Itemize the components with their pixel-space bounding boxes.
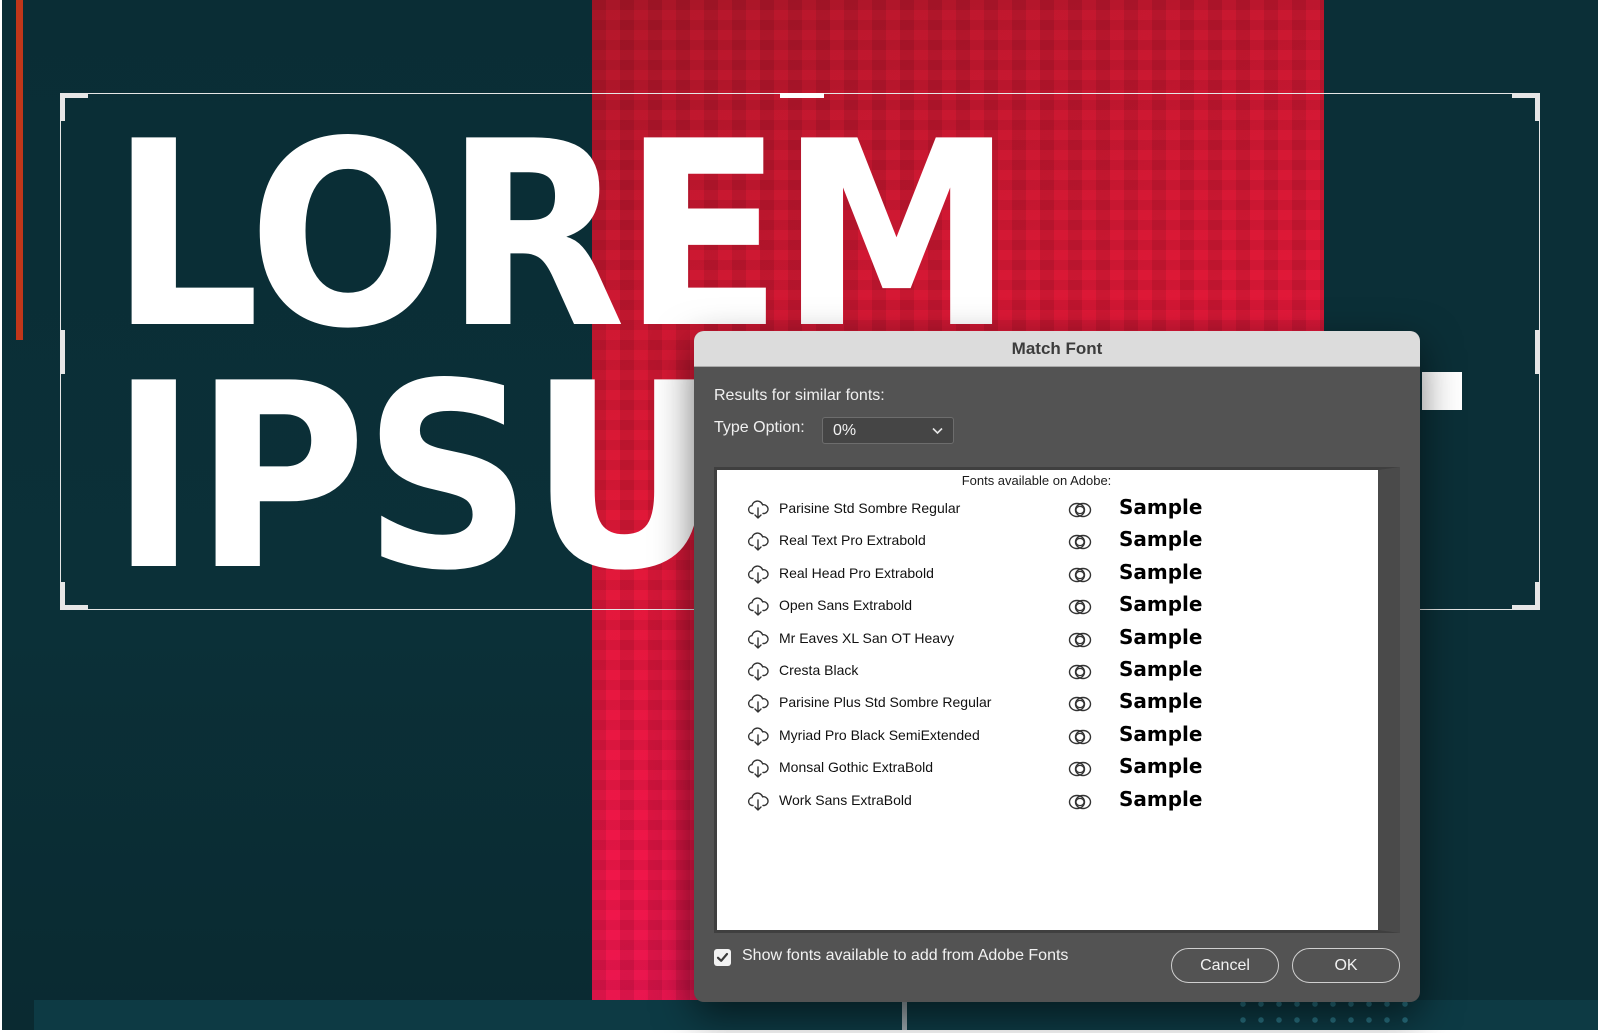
creative-cloud-icon <box>1067 499 1093 521</box>
creative-cloud-icon <box>1067 791 1093 813</box>
resize-handle-bottom-right[interactable] <box>1512 582 1540 610</box>
cloud-download-icon[interactable] <box>747 662 769 682</box>
results-label: Results for similar fonts: <box>714 387 885 404</box>
resize-handle-top-right[interactable] <box>1512 93 1540 121</box>
font-name: Work Sans ExtraBold <box>779 791 912 808</box>
font-row[interactable]: Open Sans Extrabold Sample <box>717 590 1377 623</box>
cloud-download-icon[interactable] <box>747 759 769 779</box>
resize-handle-top-middle[interactable] <box>780 93 824 98</box>
font-row[interactable]: Parisine Std Sombre Regular Sample <box>717 493 1377 526</box>
font-name: Mr Eaves XL San OT Heavy <box>779 629 955 646</box>
font-name: Real Head Pro Extrabold <box>779 564 934 581</box>
font-row[interactable]: Work Sans ExtraBold Sample <box>717 785 1377 818</box>
creative-cloud-icon <box>1067 758 1093 780</box>
show-adobe-fonts-label[interactable]: Show fonts available to add from Adobe F… <box>742 947 1068 965</box>
cancel-button[interactable]: Cancel <box>1171 948 1279 983</box>
font-sample: Sample <box>1119 754 1203 779</box>
font-sample: Sample <box>1119 495 1203 519</box>
font-sample: Sample <box>1119 559 1203 584</box>
creative-cloud-icon <box>1067 531 1093 553</box>
resize-handle-bottom-left[interactable] <box>60 582 88 610</box>
show-adobe-fonts-checkbox[interactable] <box>714 949 731 966</box>
font-sample: Sample <box>1119 657 1203 681</box>
font-row[interactable]: Monsal Gothic ExtraBold Sample <box>717 752 1377 785</box>
chevron-down-icon <box>932 423 943 438</box>
cloud-download-icon[interactable] <box>747 565 769 585</box>
font-sample: Sample <box>1119 786 1203 811</box>
creative-cloud-icon <box>1067 564 1093 586</box>
font-name: Parisine Std Sombre Regular <box>779 500 961 516</box>
cloud-download-icon[interactable] <box>747 792 769 812</box>
dialog-titlebar[interactable]: Match Font <box>694 331 1420 367</box>
font-sample: Sample <box>1119 689 1203 714</box>
ok-button[interactable]: OK <box>1292 948 1400 983</box>
font-name: Monsal Gothic ExtraBold <box>779 759 934 776</box>
font-row[interactable]: Myriad Pro Black SemiExtended Sample <box>717 720 1377 753</box>
font-sample: Sample <box>1119 624 1203 649</box>
type-option-select[interactable]: 0% <box>822 417 954 444</box>
font-name: Real Text Pro Extrabold <box>779 532 926 549</box>
font-sample: Sample <box>1119 527 1203 552</box>
creative-cloud-icon <box>1067 693 1093 715</box>
font-name: Parisine Plus Std Sombre Regular <box>779 694 992 711</box>
type-option-value: 0% <box>833 421 857 439</box>
font-name: Open Sans Extrabold <box>779 597 913 614</box>
creative-cloud-icon <box>1067 596 1093 618</box>
accent-stripe <box>16 0 23 340</box>
cloud-download-icon[interactable] <box>747 532 769 552</box>
checkmark-icon <box>716 952 729 962</box>
font-row[interactable]: Real Text Pro Extrabold Sample <box>717 525 1377 558</box>
font-row[interactable]: Parisine Plus Std Sombre Regular Sample <box>717 687 1377 720</box>
decorative-pole <box>902 1000 907 1030</box>
creative-cloud-icon <box>1067 726 1093 748</box>
resize-handle-middle-left[interactable] <box>60 330 65 374</box>
creative-cloud-icon <box>1067 661 1093 683</box>
creative-cloud-icon <box>1067 629 1093 651</box>
match-font-dialog: Match Font Results for similar fonts: Ty… <box>694 331 1420 1002</box>
type-option-label: Type Option: <box>714 419 805 436</box>
cloud-download-icon[interactable] <box>747 727 769 747</box>
dialog-title: Match Font <box>1011 338 1103 358</box>
font-results-list[interactable]: Fonts available on Adobe: Parisine Std S… <box>714 467 1400 933</box>
resize-handle-middle-right[interactable] <box>1535 330 1540 374</box>
font-row[interactable]: Cresta Black Sample <box>717 655 1377 688</box>
resize-handle-top-left[interactable] <box>60 93 88 121</box>
font-row[interactable]: Mr Eaves XL San OT Heavy Sample <box>717 623 1377 656</box>
cloud-download-icon[interactable] <box>747 694 769 714</box>
font-row[interactable]: Real Head Pro Extrabold Sample <box>717 558 1377 591</box>
font-sample: Sample <box>1119 721 1203 746</box>
list-header: Fonts available on Adobe: <box>961 473 1112 488</box>
font-sample: Sample <box>1119 592 1203 617</box>
font-name: Myriad Pro Black SemiExtended <box>779 726 980 743</box>
cloud-download-icon[interactable] <box>747 597 769 617</box>
cloud-download-icon[interactable] <box>747 500 769 520</box>
font-name: Cresta Black <box>779 662 859 678</box>
cloud-download-icon[interactable] <box>747 630 769 650</box>
